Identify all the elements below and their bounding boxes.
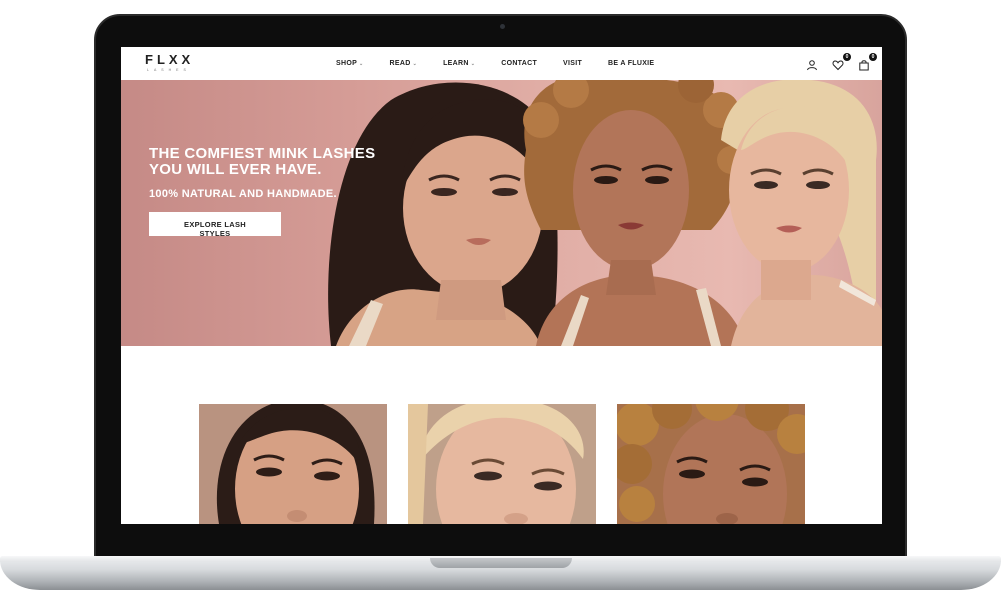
model-closeup-image [617, 404, 805, 524]
gallery-card-model-2[interactable] [408, 404, 596, 524]
nav-item-be-a-fluxie[interactable]: BE A FLUXIE [608, 60, 654, 67]
nav-item-learn[interactable]: LEARN ⌄ [443, 60, 475, 67]
nav-item-label: BE A FLUXIE [608, 60, 655, 67]
nav-item-contact[interactable]: CONTACT [501, 60, 537, 67]
webcam [500, 24, 505, 29]
user-icon[interactable] [806, 58, 818, 70]
brand-name: FLXX [145, 52, 195, 67]
site-header: FLXX LASHES SHOP ⌄ READ ⌄ LEARN ⌄ CONTAC… [121, 47, 882, 80]
nav-item-label: LEARN [443, 60, 469, 67]
cart-count-badge: 0 [869, 52, 877, 61]
laptop-notch [430, 558, 572, 568]
header-icons: 0 0 [792, 47, 877, 80]
hero-text-block: THE COMFIEST MINK LASHES YOU WILL EVER H… [149, 146, 409, 241]
hero-subheadline: 100% NATURAL AND HANDMADE. [149, 188, 337, 200]
main-navigation: SHOP ⌄ READ ⌄ LEARN ⌄ CONTACT VISIT BE A… [336, 47, 680, 80]
brand-subtitle: LASHES [147, 68, 191, 72]
nav-item-visit[interactable]: VISIT [563, 60, 582, 67]
hero-headline: THE COMFIEST MINK LASHES YOU WILL EVER H… [149, 145, 376, 178]
chevron-down-icon: ⌄ [359, 60, 364, 67]
nav-item-read[interactable]: READ ⌄ [390, 60, 418, 67]
model-closeup-image [199, 404, 387, 524]
nav-item-label: READ [389, 60, 411, 67]
nav-item-label: SHOP [336, 60, 358, 67]
explore-lash-styles-button[interactable]: EXPLORE LASH STYLES [149, 212, 281, 238]
bag-icon[interactable]: 0 [858, 52, 877, 70]
model-closeup-image [408, 404, 596, 524]
nav-item-shop[interactable]: SHOP ⌄ [336, 60, 364, 67]
gallery-card-model-1[interactable] [199, 404, 387, 524]
chevron-down-icon: ⌄ [412, 60, 418, 67]
wishlist-count-badge: 0 [843, 52, 851, 61]
website-screen: FLXX LASHES SHOP ⌄ READ ⌄ LEARN ⌄ CONTAC… [121, 47, 882, 524]
heart-icon[interactable]: 0 [832, 52, 851, 70]
hero-banner: THE COMFIEST MINK LASHES YOU WILL EVER H… [121, 80, 882, 346]
gallery-card-model-3[interactable] [617, 404, 805, 524]
nav-item-label: CONTACT [501, 60, 538, 67]
model-gallery [199, 404, 826, 524]
brand-logo[interactable]: FLXX LASHES [145, 53, 205, 73]
nav-item-label: VISIT [563, 60, 583, 67]
chevron-down-icon: ⌄ [470, 60, 476, 67]
